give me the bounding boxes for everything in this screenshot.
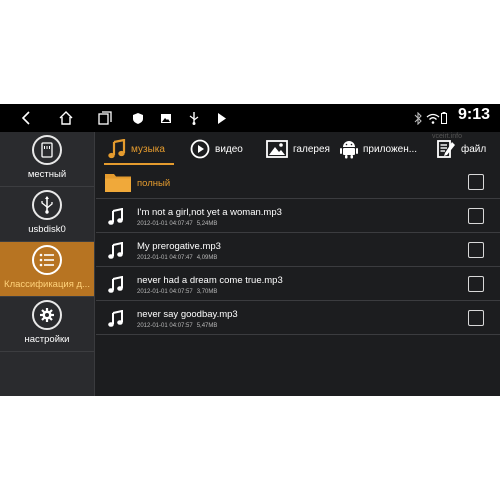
wifi-icon [426,104,440,132]
file-name: never had a dream come true.mp3 [137,275,283,286]
file-meta: 2012-01-01 04:07:57 5,47MB [137,323,221,329]
music-note-icon [108,276,124,294]
tab-label: музыка [131,143,165,155]
file-name: never say goodbay.mp3 [137,309,238,320]
back-icon[interactable] [14,104,38,132]
usb-icon [32,190,62,220]
sidebar-item-settings[interactable]: настройки [0,297,94,351]
android-icon [340,141,358,159]
sidebar-item-label: настройки [24,334,70,345]
image-icon [158,104,174,132]
usb-icon [186,104,202,132]
sidebar-item-classification[interactable]: Классификация д... [0,242,94,296]
list-item[interactable]: never had a dream come true.mp3 2012-01-… [96,268,500,301]
folder-icon [104,171,132,193]
tab-label: галерея [293,143,330,155]
select-checkbox[interactable] [468,310,484,326]
file-date: 2012-01-01 04:07:47 [137,255,193,261]
sidebar: местный usbdisk0 Классификация д... наст… [0,132,95,396]
file-size: 3,70MB [196,289,218,295]
image-icon [266,140,288,158]
file-size: 5,47MB [196,323,218,329]
sidebar-item-usbdisk[interactable]: usbdisk0 [0,187,94,241]
select-checkbox[interactable] [468,174,484,190]
select-checkbox[interactable] [468,276,484,292]
music-note-icon [108,208,124,226]
file-size: 5,24MB [196,221,218,227]
watermark: vceirt.info [432,133,462,140]
bluetooth-icon [412,104,424,132]
list-item[interactable]: My prerogative.mp3 2012-01-01 04:07:47 4,… [96,234,500,267]
sd-card-icon [32,135,62,165]
folder-label: полный [137,178,171,189]
file-name: My prerogative.mp3 [137,241,221,252]
file-meta: 2012-01-01 04:07:47 4,09MB [137,255,221,261]
file-list: полный I'm not a girl,not yet a woman.mp… [96,167,500,396]
file-date: 2012-01-01 04:07:47 [137,221,193,227]
tab-apps[interactable]: приложен... [340,132,417,166]
list-icon [32,245,62,275]
folder-row[interactable]: полный [96,167,500,199]
music-note-icon [108,242,124,260]
file-name: I'm not a girl,not yet a woman.mp3 [137,207,282,218]
sidebar-item-local[interactable]: местный [0,132,94,186]
sidebar-item-label: местный [27,169,67,180]
play-circle-icon [190,139,210,159]
file-size: 4,09MB [196,255,218,261]
file-date: 2012-01-01 04:07:57 [137,323,193,329]
tab-label: видео [215,143,243,155]
status-bar: 9:13 [0,104,500,132]
tab-music[interactable]: музыка [108,132,165,166]
divider [0,351,94,352]
music-note-icon [108,139,126,159]
sidebar-item-label: usbdisk0 [28,224,66,235]
select-checkbox[interactable] [468,242,484,258]
gear-icon [32,300,62,330]
list-item[interactable]: I'm not a girl,not yet a woman.mp3 2012-… [96,200,500,233]
list-item[interactable]: never say goodbay.mp3 2012-01-01 04:07:5… [96,302,500,335]
tab-video[interactable]: видео [190,132,243,166]
select-checkbox[interactable] [468,208,484,224]
file-date: 2012-01-01 04:07:57 [137,289,193,295]
file-meta: 2012-01-01 04:07:57 3,70MB [137,289,221,295]
recent-apps-icon[interactable] [94,104,116,132]
file-meta: 2012-01-01 04:07:47 5,24MB [137,221,221,227]
sidebar-item-label: Классификация д... [4,279,90,290]
tab-gallery[interactable]: галерея [266,132,330,166]
home-icon[interactable] [54,104,78,132]
battery-icon [440,104,448,132]
play-store-icon [214,104,230,132]
tab-label: файл [461,143,487,155]
head-unit-screen: 9:13 местный usbdisk0 Классификация д... [0,104,500,396]
tab-label: приложен... [363,143,418,155]
music-note-icon [108,310,124,328]
active-tab-indicator [104,163,174,165]
document-edit-icon [437,140,455,158]
shield-icon [130,104,146,132]
clock: 9:13 [457,106,490,123]
